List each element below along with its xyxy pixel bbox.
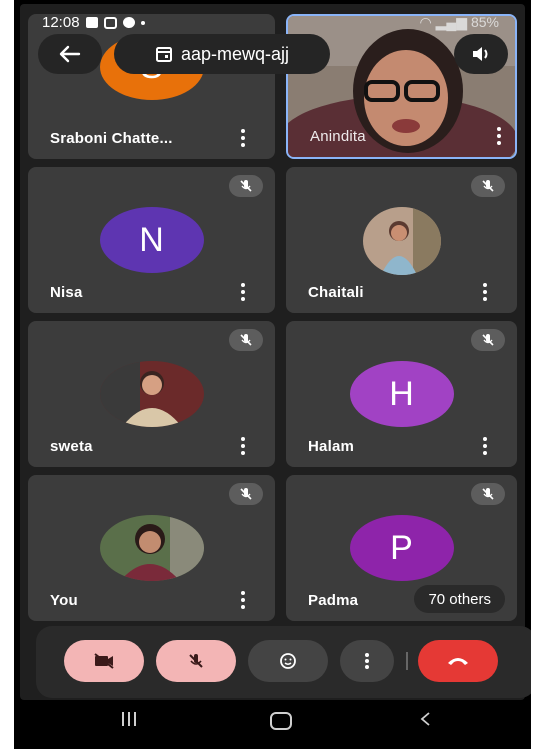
notification-dot-icon [140, 20, 145, 25]
mic-off-icon [471, 483, 505, 505]
avatar: N [99, 207, 204, 273]
profile-photo [99, 361, 204, 427]
status-time: 12:08 [42, 14, 80, 31]
camera-off-icon [94, 653, 114, 669]
more-options-icon[interactable] [497, 127, 501, 145]
status-bar: 12:08 [42, 14, 145, 31]
avatar-initial: H [389, 374, 414, 413]
end-call-button[interactable] [418, 640, 498, 682]
mic-off-icon [471, 329, 505, 351]
hang-up-icon [448, 658, 468, 665]
mic-off-icon [189, 654, 203, 668]
participant-tile-halam[interactable]: H Halam [286, 321, 517, 467]
mic-off-icon [229, 329, 263, 351]
recent-apps-icon[interactable] [122, 712, 136, 726]
mic-off-icon [229, 483, 263, 505]
whatsapp-icon [122, 17, 135, 28]
system-nav-bar [34, 700, 531, 740]
more-options-icon[interactable] [241, 591, 245, 609]
participant-tile-you[interactable]: You [28, 475, 275, 621]
participant-name: Chaitali [308, 284, 364, 301]
more-options-icon[interactable] [483, 437, 487, 455]
participant-tile-chaitali[interactable]: Chaitali [286, 167, 517, 313]
battery-level: 85% [470, 14, 499, 30]
meeting-code: aap-mewq-ajj [180, 43, 290, 64]
meet-screen: S Sraboni Chatte... Anindita [20, 4, 525, 700]
back-button[interactable] [38, 34, 102, 74]
participant-name: Nisa [50, 284, 83, 301]
more-options-icon[interactable] [241, 283, 245, 301]
participant-name: Halam [308, 438, 355, 455]
participant-tile-nisa[interactable]: N Nisa [28, 167, 275, 313]
others-count-badge[interactable]: 70 others [414, 585, 505, 613]
mic-off-icon [229, 175, 263, 197]
home-icon[interactable] [270, 712, 292, 730]
participant-name: Padma [308, 592, 359, 609]
reactions-button[interactable] [248, 640, 328, 682]
signal-icon: ▂▄▆ [435, 14, 468, 30]
arrow-left-icon [59, 45, 81, 63]
participant-tile-padma[interactable]: P Padma 70 others [286, 475, 517, 621]
status-right: ◠ ▂▄▆ 85% [420, 14, 499, 31]
meeting-code-chip[interactable]: aap-mewq-ajj [114, 34, 330, 74]
more-options-icon[interactable] [241, 437, 245, 455]
profile-photo [99, 515, 204, 581]
camera-status-icon [103, 16, 117, 29]
speaker-icon [473, 47, 488, 61]
more-options-icon[interactable] [241, 129, 245, 147]
wifi-icon: ◠ [419, 14, 432, 30]
participant-tile-sweta[interactable]: sweta [28, 321, 275, 467]
participant-name: Sraboni Chatte... [50, 130, 173, 147]
participant-name: sweta [50, 438, 93, 455]
speaker-button[interactable] [454, 34, 508, 74]
camera-toggle-button[interactable] [64, 640, 144, 682]
calendar-icon [155, 47, 172, 62]
participant-name: Anindita [310, 128, 366, 145]
gallery-icon [85, 17, 98, 28]
avatar: P [349, 515, 454, 581]
emoji-icon [280, 653, 296, 669]
more-options-icon[interactable] [483, 283, 487, 301]
mic-toggle-button[interactable] [156, 640, 236, 682]
controls-divider [406, 652, 408, 670]
avatar-initial: N [139, 220, 164, 259]
participant-name: You [50, 592, 78, 609]
avatar-initial: P [390, 528, 413, 567]
avatar: H [349, 361, 454, 427]
more-options-button[interactable] [340, 640, 394, 682]
phone-frame: S Sraboni Chatte... Anindita [14, 0, 531, 749]
profile-photo [362, 207, 441, 275]
more-vert-icon [365, 653, 369, 669]
back-nav-icon[interactable] [419, 711, 431, 727]
mic-off-icon [471, 175, 505, 197]
